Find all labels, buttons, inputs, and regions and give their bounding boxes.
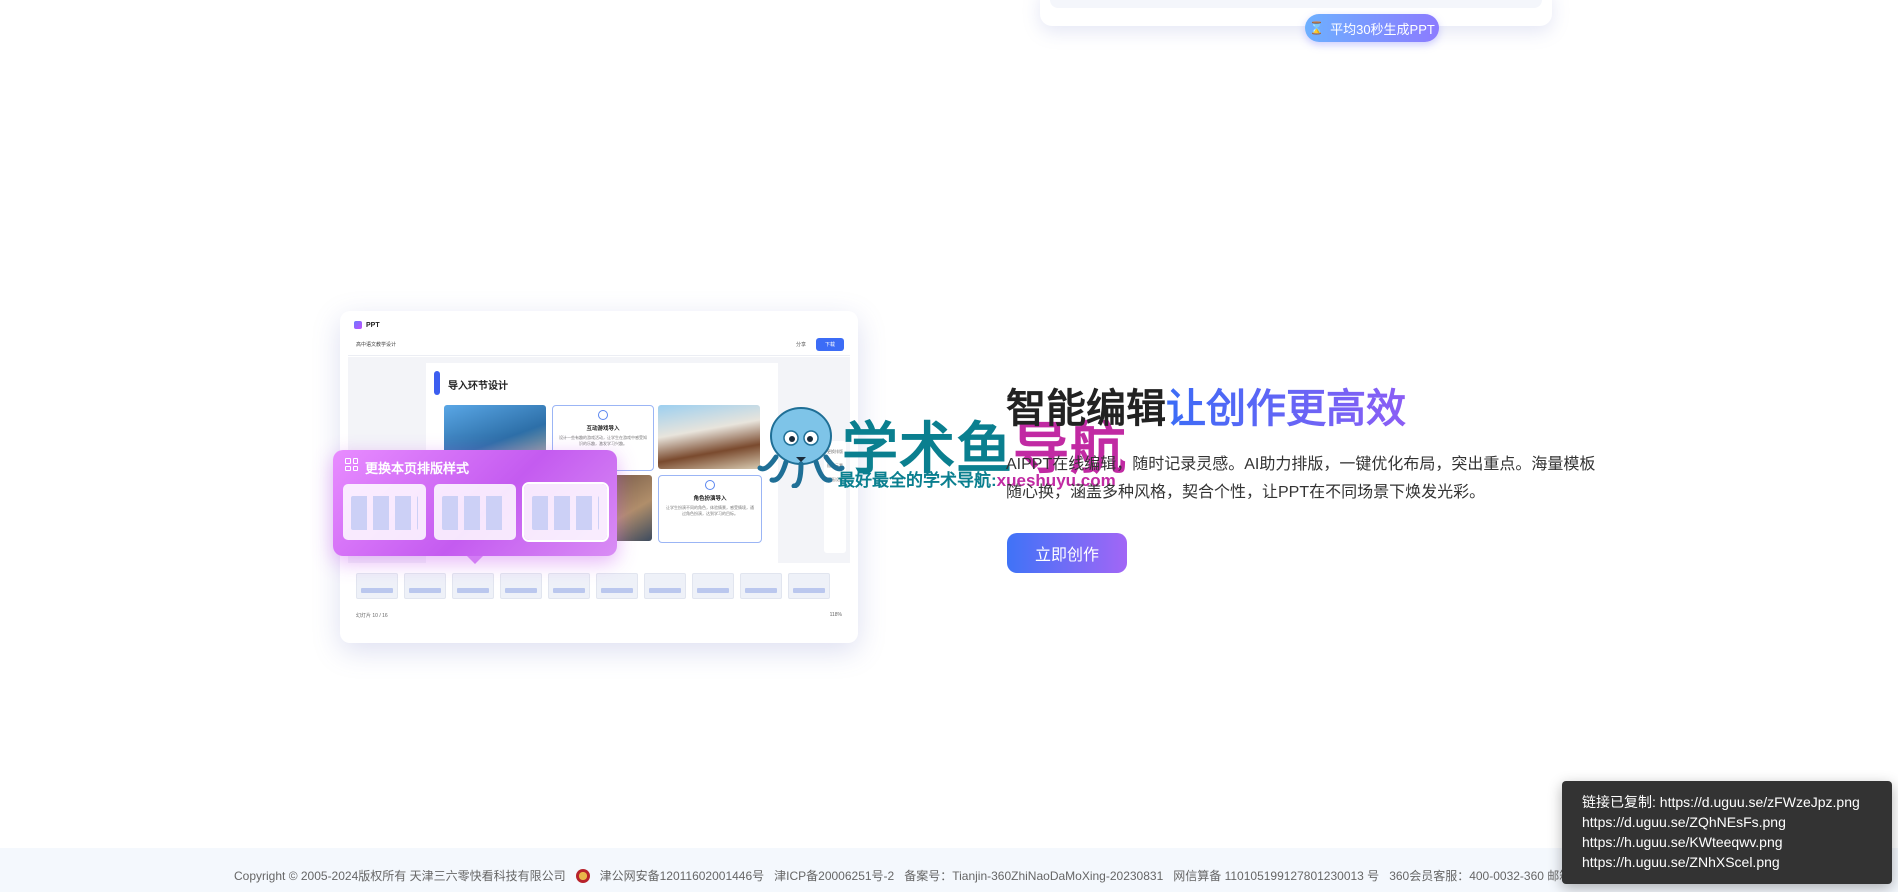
average-time-label: 平均30秒生成PPT [1330,21,1435,37]
toast-line: 链接已复制: https://d.uguu.se/zFWzeJpz.png [1582,794,1860,810]
mockup-slide-counter: 幻灯片 10 / 16 [356,613,388,619]
section-heading: 智能编辑让创作更高效 [1006,376,1406,434]
copy-toast: 链接已复制: https://d.uguu.se/zFWzeJpz.png ht… [1562,781,1892,884]
footer-icp[interactable]: 津ICP备20006251号-2 [774,867,894,884]
mockup-app-name: PPT [366,321,380,329]
grid-icon [345,458,358,471]
toast-line: https://h.uguu.se/KWteeqwv.png [1582,834,1783,850]
mockup-toolbar: 高中语文教学设计 分享 下载 [348,335,850,356]
footer-line: Copyright © 2005-2024版权所有 天津三六零快看科技有限公司 … [234,867,1571,884]
mockup-photo-house [658,405,760,469]
mockup-card-title: 角色扮演导入 [693,496,727,502]
slide-thumbnail [692,573,734,599]
footer-police-record[interactable]: 津公网安备12011602001446号 [600,867,765,884]
octopus-logo-icon [757,407,845,488]
popup-title: 更换本页排版样式 [365,461,470,476]
mockup-statusbar: 幻灯片 10 / 16 118% [352,609,846,623]
toast-line: https://d.uguu.se/ZQhNEsFs.png [1582,814,1786,830]
slide-thumbnail [740,573,782,599]
layout-option [343,484,426,540]
layout-style-popup: 更换本页排版样式 [333,450,617,564]
slide-thumbnail [404,573,446,599]
mockup-card-roleplay: 角色扮演导入 让学生扮演不同的角色，体验情景，感受情境，通过角色扮演，达到学习的… [658,475,762,543]
layout-option-selected [522,482,610,542]
create-now-button[interactable]: 立即创作 [1007,533,1127,573]
mockup-card-text: 让学生扮演不同的角色，体验情景，感受情境，通过角色扮演，达到学习的目标。 [666,505,754,516]
slide-thumbnail [356,573,398,599]
mockup-share-label: 分享 [795,342,806,348]
mockup-zoom-level: 118% [829,612,842,618]
pie-chart-icon [705,480,715,490]
average-time-badge: ⌛ 平均30秒生成PPT [1305,14,1439,42]
police-badge-icon [575,868,590,883]
heading-accent: 让创作更高效 [1166,387,1406,431]
slide-thumbnail [644,573,686,599]
section-description: AIPPT在线编辑，随时记录灵感。AI助力排版，一键优化布局，突出重点。海量模板… [1006,456,1596,501]
mockup-slide-title: 导入环节设计 [448,381,508,392]
mockup-titlebar: PPT [354,321,380,329]
footer-service: 360会员客服：400-0032-360 邮箱 [1389,869,1572,883]
hourglass-icon: ⌛ [1309,21,1325,35]
gear-icon [598,410,608,420]
mockup-download-button: 下载 [816,338,844,351]
toast-line: https://h.uguu.se/ZNhXScel.png [1582,854,1780,870]
slide-thumbnail [500,573,542,599]
mockup-card-text: 设计一些有趣的游戏活动，让学生在游戏中感受知识的乐趣，激发学习兴趣。 [559,435,647,446]
mockup-card-title: 互动游戏导入 [586,426,620,432]
mockup-slide-accent [434,371,440,395]
slide-thumbnail [596,573,638,599]
footer-algorithm-record: 网信算备 110105199127801230013 号 [1173,869,1380,883]
layout-option [433,484,517,540]
generate-card-bottom [1040,0,1552,26]
heading-plain: 智能编辑 [1006,387,1166,431]
mockup-filmstrip [352,569,846,603]
watermark-subtitle-text: 最好最全的学术导航: [838,471,997,490]
mockup-logo-icon [354,321,362,329]
footer-record: 备案号：Tianjin-360ZhiNaoDaMoXing-20230831 [904,869,1164,883]
slide-thumbnail [548,573,590,599]
footer-copyright: Copyright © 2005-2024版权所有 天津三六零快看科技有限公司 [234,869,566,883]
slide-thumbnail [788,573,830,599]
layout-options [343,482,610,542]
generate-card-inner [1050,0,1542,8]
slide-thumbnail [452,573,494,599]
mockup-doc-name: 高中语文教学设计 [356,342,397,348]
